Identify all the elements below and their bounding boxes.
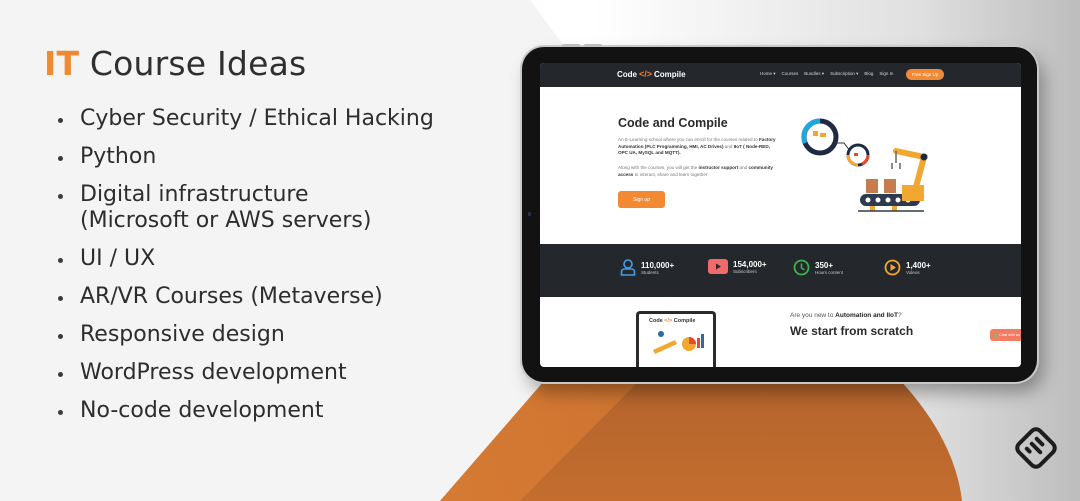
chip-shape (820, 133, 826, 137)
stat-label: Videos (906, 269, 920, 275)
robot-joint (920, 153, 928, 161)
chat-button[interactable]: Chat with us (990, 329, 1021, 341)
nav-links: Home ▾ Courses Bundles ▾ Subscription ▾ … (760, 71, 893, 77)
logo-text-right: Compile (654, 69, 686, 79)
chip-shape (813, 131, 818, 136)
course-ideas-list: Cyber Security / Ethical Hacking Python … (56, 106, 434, 436)
site-navbar: Code </> Compile Home ▾ Courses Bundles … (540, 63, 1021, 87)
play-icon (884, 259, 901, 276)
nav-home[interactable]: Home ▾ (760, 71, 776, 77)
section-heading: We start from scratch (790, 324, 914, 338)
stat-label: Students (641, 269, 659, 275)
hero-description: An E-Learning school where you can enrol… (618, 137, 778, 157)
hero-title: Code and Compile (618, 116, 728, 130)
text: Compile (673, 318, 696, 324)
stat-value: 350+ (815, 260, 834, 270)
small-gear-accent (846, 154, 859, 167)
tablet-button (584, 44, 602, 47)
stats-bar: 110,000+ Students 154,000+ Subscribers 350… (540, 244, 1021, 297)
slide-title: IT Course Ideas (44, 44, 306, 83)
text: Are you new to (790, 312, 836, 319)
text-bold: instructor support (698, 165, 739, 170)
title-accent: IT (44, 44, 80, 83)
small-gear-accent (861, 154, 870, 166)
nav-courses[interactable]: Courses (782, 71, 799, 77)
online-dot-icon (994, 333, 997, 337)
camera-icon (528, 212, 531, 216)
stat-hours: 350+ Hours content (793, 259, 843, 276)
text: An E-Learning school where you can enrol… (618, 137, 759, 142)
tablet-device: Code </> Compile Home ▾ Courses Bundles … (522, 44, 1037, 382)
nav-sign-in[interactable]: Sign In (879, 71, 893, 77)
nav-bundles[interactable]: Bundles ▾ (804, 71, 824, 77)
box-shape (884, 179, 896, 193)
text: Code (649, 318, 663, 324)
stat-subscribers: 154,000+ Subscribers (708, 259, 767, 274)
idea-item: UI / UX (56, 246, 434, 272)
code-bracket-icon: </> (664, 318, 673, 324)
free-signup-button[interactable]: Free Sign Up (906, 69, 944, 80)
chat-label: Chat with us (999, 333, 1020, 337)
idea-item: Digital infrastructure (Microsoft or AWS… (56, 182, 434, 234)
brand-logo-icon (1015, 427, 1057, 469)
automation-chart-illustration (653, 331, 704, 354)
idea-item: WordPress development (56, 360, 434, 386)
text: Along with the courses, you will get the (618, 165, 699, 170)
stat-videos: 1,400+ Videos (884, 259, 931, 276)
robot-arm-illustration (801, 118, 928, 212)
intro-section: Code </> Compile Are you new to Automati… (540, 297, 1021, 367)
idea-item: No-code development (56, 398, 434, 424)
hero-section: Code and Compile An E-Learning school wh… (540, 87, 1021, 244)
stat-label: Hours content (815, 269, 844, 275)
title-rest: Course Ideas (79, 44, 307, 83)
box-shape (866, 179, 878, 193)
text: and (738, 165, 749, 170)
robot-base (902, 185, 924, 201)
idea-item: Python (56, 144, 434, 170)
hero-support-text: Along with the courses, you will get the… (618, 165, 778, 178)
stat-students: 110,000+ Students (620, 259, 674, 276)
idea-item: AR/VR Courses (Metaverse) (56, 284, 434, 310)
stat-value: 154,000+ (733, 259, 767, 269)
chip-shape (854, 153, 858, 156)
youtube-icon (708, 259, 728, 274)
stat-label: Subscribers (733, 268, 757, 274)
site-logo[interactable]: Code </> Compile (617, 69, 686, 79)
website-screen: Code </> Compile Home ▾ Courses Bundles … (540, 63, 1021, 367)
text: and (723, 143, 734, 149)
nav-blog[interactable]: Blog (864, 71, 873, 77)
text: ? (898, 312, 902, 319)
text-bold: Automation and IIoT (835, 312, 898, 319)
idea-item: Responsive design (56, 322, 434, 348)
idea-item: Cyber Security / Ethical Hacking (56, 106, 434, 132)
tablet-button (562, 44, 580, 47)
laptop-illustration: Code </> Compile (636, 311, 716, 367)
nav-subscription[interactable]: Subscription ▾ (830, 71, 858, 77)
stat-value: 110,000+ (641, 260, 675, 270)
section-question: Are you new to Automation and IIoT? (790, 312, 902, 319)
code-bracket-icon: </> (639, 69, 653, 79)
user-icon (620, 259, 636, 276)
signup-button[interactable]: Sign up (618, 191, 665, 208)
mini-logo: Code </> Compile (649, 318, 695, 324)
logo-text-left: Code (617, 69, 637, 79)
stat-value: 1,400+ (906, 260, 931, 270)
text: to interact, share and learn together (633, 171, 708, 177)
clock-icon (793, 259, 810, 276)
